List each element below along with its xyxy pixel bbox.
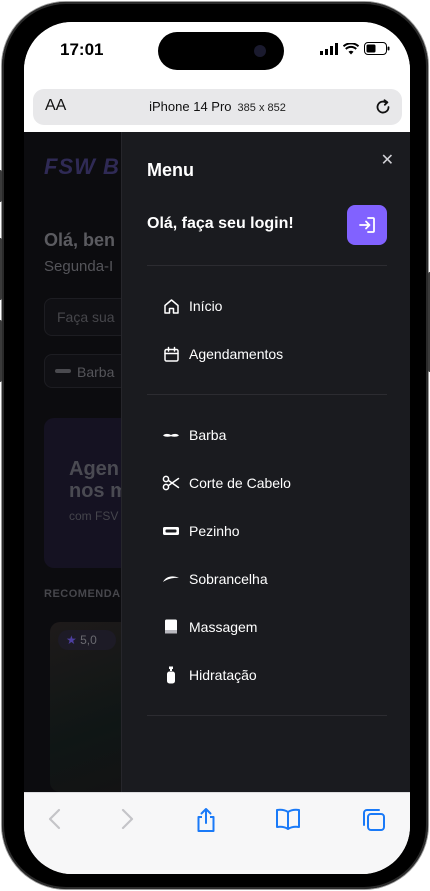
menu-item-massagem[interactable]: Massagem <box>162 615 257 639</box>
volume-up-button <box>0 238 2 300</box>
close-icon[interactable]: ✕ <box>381 150 394 170</box>
login-button[interactable] <box>347 205 387 245</box>
divider <box>147 715 387 716</box>
forward-icon[interactable] <box>118 807 136 831</box>
mustache-icon <box>162 426 180 444</box>
scissors-icon <box>162 474 180 492</box>
battery-icon <box>364 42 390 55</box>
app-logo: FSW B <box>44 154 120 179</box>
menu-item-label: Barba <box>189 427 227 443</box>
page-background: FSW B Olá, ben Segunda-I Faça sua Barba … <box>24 132 122 792</box>
address-bar[interactable]: AA iPhone 14 Pro 385 x 852 <box>33 89 402 125</box>
razor-icon <box>162 522 180 540</box>
menu-item-label: Agendamentos <box>189 346 284 362</box>
divider <box>147 265 387 266</box>
tabs-icon[interactable] <box>361 807 387 833</box>
side-menu: ✕ Menu Olá, faça seu login! Início Agend… <box>121 132 410 792</box>
menu-item-hidratacao[interactable]: Hidratação <box>162 663 257 687</box>
reload-icon[interactable] <box>374 98 392 116</box>
cellular-signal-icon <box>320 42 338 55</box>
screen: 17:01 AA iPhone 14 Pro 385 x 852 FSW B Ol… <box>24 22 410 874</box>
promo-banner: Agen nos m com FSV <box>44 418 122 568</box>
towel-icon <box>162 618 180 636</box>
menu-item-label: Hidratação <box>189 667 257 683</box>
device-size: 385 x 852 <box>237 102 286 114</box>
menu-item-corte-de-cabelo[interactable]: Corte de Cabelo <box>162 471 291 495</box>
search-input[interactable]: Faça sua <box>44 298 122 336</box>
login-icon <box>359 217 375 233</box>
category-chip-label: Barba <box>77 364 115 380</box>
device-name: iPhone 14 Pro <box>149 99 232 114</box>
menu-item-inicio[interactable]: Início <box>162 294 222 318</box>
barbershop-card[interactable]: ★ 5,0 <box>50 622 122 792</box>
category-chip[interactable]: Barba <box>44 354 122 388</box>
banner-title-line2: nos m <box>69 480 122 502</box>
bottle-icon <box>162 666 180 684</box>
calendar-icon <box>162 345 180 363</box>
banner-title-line1: Agen <box>69 458 119 480</box>
greeting-text: Olá, ben <box>44 230 116 250</box>
action-button <box>0 170 2 202</box>
search-placeholder: Faça sua <box>57 309 115 325</box>
login-prompt: Olá, faça seu login! <box>147 215 294 232</box>
divider <box>147 394 387 395</box>
menu-title: Menu <box>147 160 194 180</box>
camera-icon <box>254 45 266 57</box>
menu-item-label: Corte de Cabelo <box>189 475 291 491</box>
eyebrow-icon <box>162 570 180 588</box>
url-display[interactable]: iPhone 14 Pro 385 x 852 <box>33 99 402 114</box>
browser-address-bar-area: AA iPhone 14 Pro 385 x 852 <box>24 84 410 132</box>
share-icon[interactable] <box>194 807 218 833</box>
menu-item-pezinho[interactable]: Pezinho <box>162 519 240 543</box>
section-title: RECOMENDA <box>44 588 121 600</box>
web-content: FSW B Olá, ben Segunda-I Faça sua Barba … <box>24 132 410 792</box>
wifi-icon <box>343 42 359 54</box>
phone-frame: 17:01 AA iPhone 14 Pro 385 x 852 FSW B Ol… <box>0 2 430 889</box>
menu-item-sobrancelha[interactable]: Sobrancelha <box>162 567 268 591</box>
star-icon: ★ <box>66 633 77 647</box>
browser-toolbar <box>24 792 410 874</box>
rating-value: 5,0 <box>80 633 97 647</box>
volume-down-button <box>0 320 2 382</box>
status-time: 17:01 <box>60 40 104 59</box>
menu-item-label: Pezinho <box>189 523 240 539</box>
banner-subtitle: com FSV <box>69 509 119 523</box>
menu-item-agendamentos[interactable]: Agendamentos <box>162 342 283 366</box>
bookmarks-icon[interactable] <box>275 807 301 831</box>
status-icons <box>320 42 390 55</box>
banner-title: Agen nos m <box>69 458 122 502</box>
mustache-icon <box>55 369 71 373</box>
rating-badge: ★ 5,0 <box>58 630 116 650</box>
back-icon[interactable] <box>46 807 64 831</box>
status-bar: 17:01 <box>24 22 410 84</box>
home-icon <box>162 297 180 315</box>
date-text: Segunda-I <box>44 258 114 275</box>
dynamic-island <box>158 32 284 70</box>
menu-item-label: Sobrancelha <box>189 571 268 587</box>
menu-item-barba[interactable]: Barba <box>162 423 226 447</box>
menu-item-label: Início <box>189 298 223 314</box>
menu-item-label: Massagem <box>189 619 258 635</box>
